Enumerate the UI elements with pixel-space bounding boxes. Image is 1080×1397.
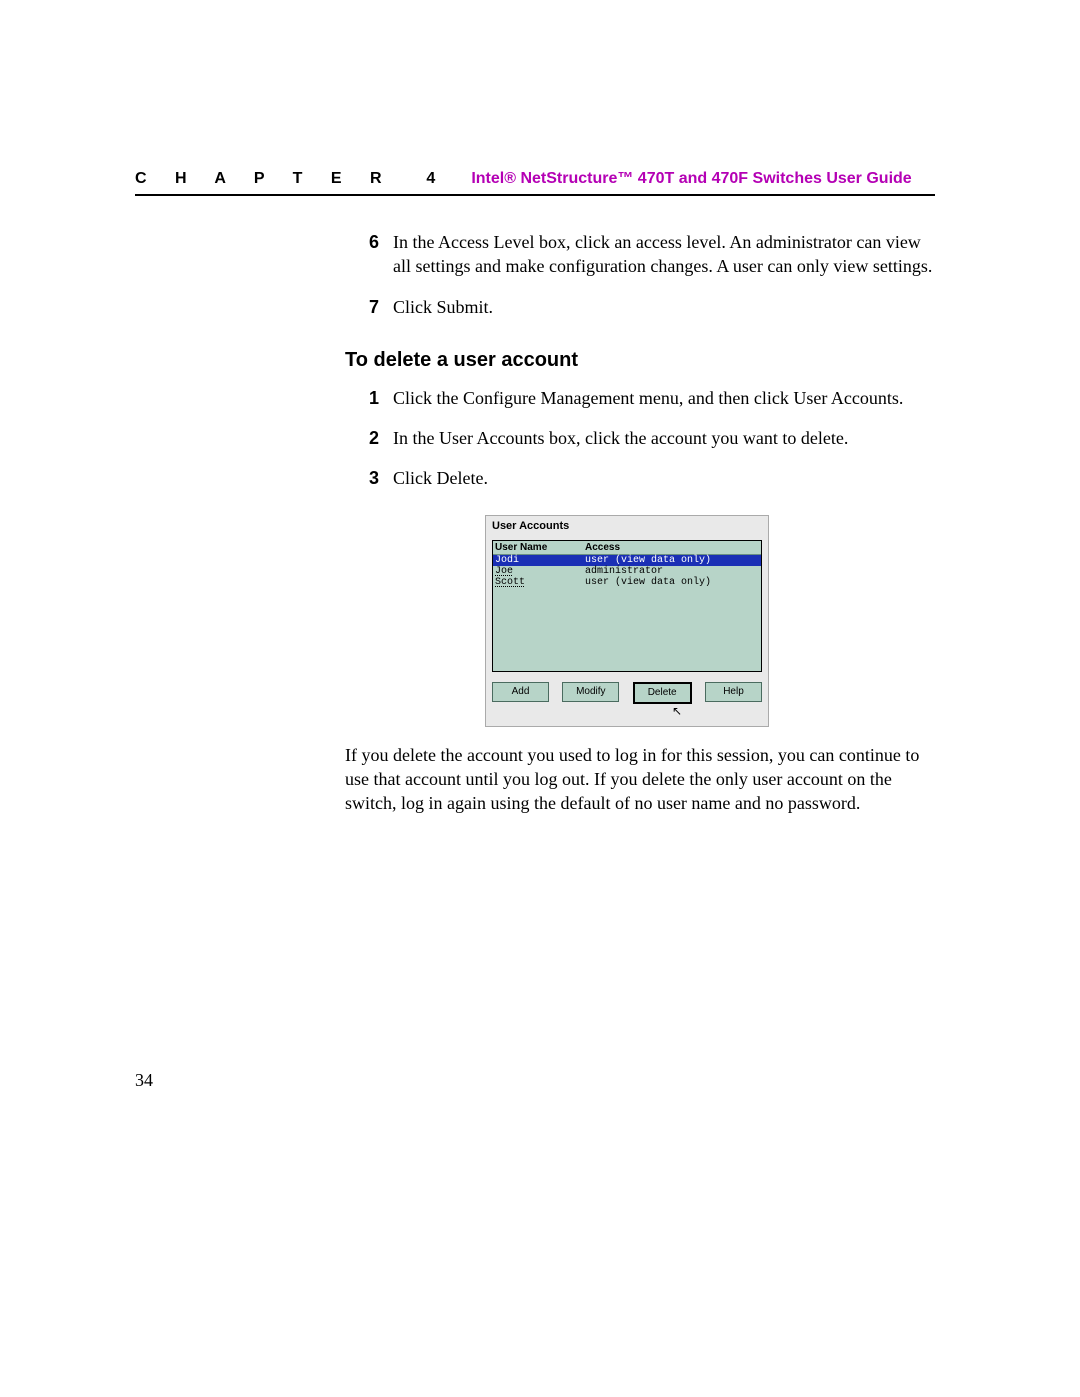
cell-access: user (view data only)	[585, 577, 759, 588]
section-heading: To delete a user account	[345, 349, 935, 372]
step-number: 2	[345, 426, 393, 450]
cell-access: administrator	[585, 566, 759, 577]
table-row[interactable]: Joe administrator	[493, 566, 761, 577]
list-item: 1 Click the Configure Management menu, a…	[345, 386, 935, 410]
table-row[interactable]: Scott user (view data only)	[493, 577, 761, 588]
step-number: 6	[345, 230, 393, 279]
page-number: 34	[135, 1070, 153, 1091]
user-accounts-panel: User Accounts User Name Access Jodi user…	[485, 515, 769, 727]
cell-access: user (view data only)	[585, 555, 759, 566]
column-header-username: User Name	[495, 542, 585, 553]
step-number: 7	[345, 295, 393, 319]
step-text: Click Delete.	[393, 466, 935, 490]
table-row[interactable]: Jodi user (view data only)	[493, 555, 761, 566]
button-row: Add Modify Delete Help	[492, 682, 762, 704]
step-number: 1	[345, 386, 393, 410]
step-text: Click Submit.	[393, 295, 935, 319]
step-text: In the User Accounts box, click the acco…	[393, 426, 935, 450]
guide-title: Intel® NetStructure™ 470T and 470F Switc…	[471, 170, 911, 188]
table-header-row: User Name Access	[493, 541, 761, 555]
header-rule	[135, 194, 935, 196]
cell-username: Joe	[495, 566, 585, 577]
list-item: 3 Click Delete.	[345, 466, 935, 490]
list-item: 6 In the Access Level box, click an acce…	[345, 230, 935, 279]
page-header: C H A P T E R 4 Intel® NetStructure™ 470…	[135, 170, 935, 188]
continued-steps-list: 6 In the Access Level box, click an acce…	[345, 230, 935, 319]
list-item: 7 Click Submit.	[345, 295, 935, 319]
user-accounts-listbox[interactable]: User Name Access Jodi user (view data on…	[492, 540, 762, 672]
chapter-label: C H A P T E R 4	[135, 170, 447, 188]
add-button[interactable]: Add	[492, 682, 549, 702]
panel-title: User Accounts	[492, 520, 762, 532]
step-text: In the Access Level box, click an access…	[393, 230, 935, 279]
step-number: 3	[345, 466, 393, 490]
closing-paragraph: If you delete the account you used to lo…	[345, 743, 935, 816]
list-item: 2 In the User Accounts box, click the ac…	[345, 426, 935, 450]
cell-username: Jodi	[495, 555, 585, 566]
modify-button[interactable]: Modify	[562, 682, 619, 702]
help-button[interactable]: Help	[705, 682, 762, 702]
cursor-icon: ↖	[592, 706, 762, 716]
delete-button[interactable]: Delete	[633, 682, 692, 704]
step-text: Click the Configure Management menu, and…	[393, 386, 935, 410]
column-header-access: Access	[585, 542, 759, 553]
cell-username: Scott	[495, 577, 585, 588]
delete-steps-list: 1 Click the Configure Management menu, a…	[345, 386, 935, 491]
